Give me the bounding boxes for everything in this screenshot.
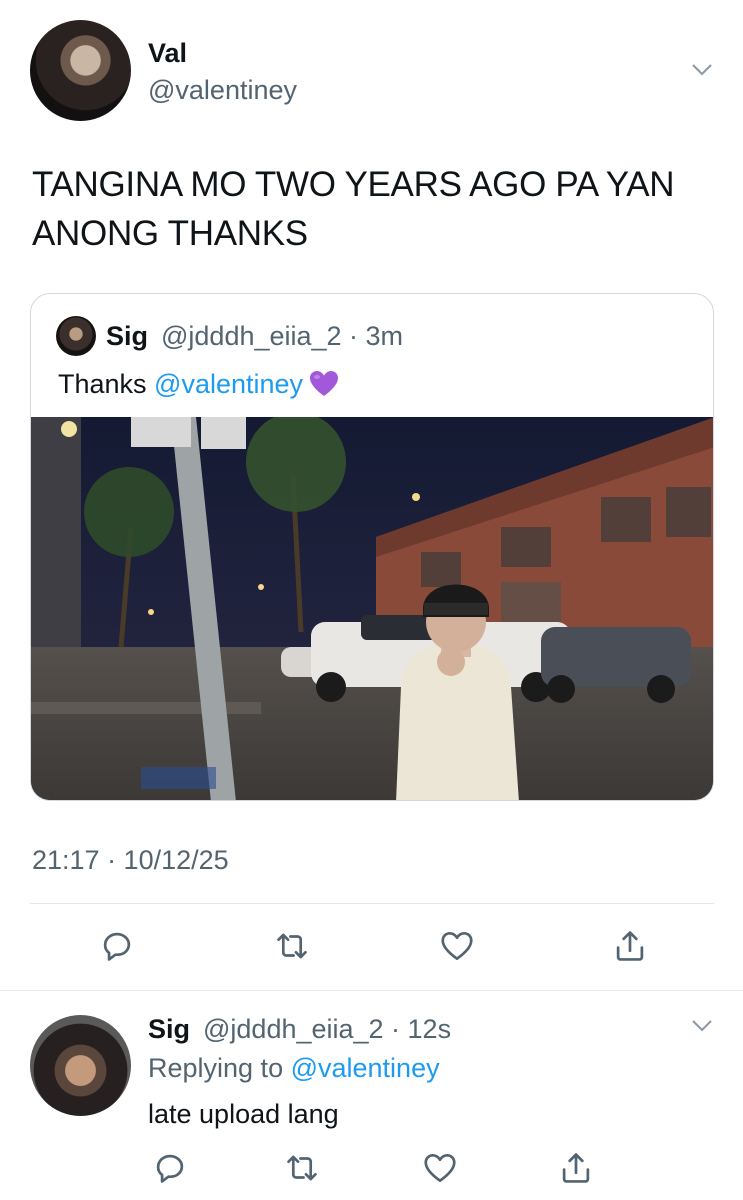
reply-text: late upload lang [148,1099,339,1129]
tweet-text: TANGINA MO TWO YEARS AGO PA YAN ANONG TH… [32,165,675,253]
quoted-tweet-card[interactable]: Sig @jdddh_eiia_2 · 3m Thanks @valentine… [30,293,714,801]
like-icon [441,931,473,961]
reply-icon [156,1154,184,1183]
quoted-tweet-text: Thanks @valentiney [58,369,339,400]
quoted-author-avatar [56,316,96,356]
retweet-button[interactable] [282,1148,322,1188]
quoted-mention-link[interactable]: @valentiney [154,369,303,399]
like-button[interactable] [420,1148,460,1188]
author-avatar[interactable] [30,20,131,121]
replying-to-prefix: Replying to [148,1053,291,1083]
share-icon [562,1153,590,1183]
retweet-icon [287,1155,317,1181]
share-button[interactable] [610,926,650,966]
reply-author-avatar[interactable] [30,1015,131,1116]
share-icon [616,931,644,961]
tweet-timestamp[interactable]: 21:17 · 10/12/25 [32,845,229,876]
like-button[interactable] [437,926,477,966]
share-button[interactable] [556,1148,596,1188]
reply-icon [103,932,131,961]
reply-author-name[interactable]: Sig [148,1014,190,1045]
chevron-down-icon[interactable] [690,62,714,78]
night-street-photo[interactable] [31,417,714,801]
quoted-text-body: Thanks [58,369,155,399]
retweet-icon [277,933,307,959]
quoted-author-meta: @jdddh_eiia_2 · 3m [161,321,404,351]
chevron-down-icon[interactable] [690,1018,714,1034]
author-display-name[interactable]: Val [148,38,187,69]
quoted-author-name: Sig [106,321,149,351]
reply-button[interactable] [97,926,137,966]
author-handle[interactable]: @valentiney [148,75,297,106]
replying-to-mention[interactable]: @valentiney [291,1053,440,1083]
purple-heart-icon [310,371,339,396]
reply-author-meta: @jdddh_eiia_2 · 12s [203,1014,452,1044]
retweet-button[interactable] [272,926,312,966]
section-separator [0,990,743,991]
like-icon [424,1153,456,1183]
replying-to-line: Replying to @valentiney [148,1053,440,1084]
reply-button[interactable] [150,1148,190,1188]
divider [30,903,714,904]
